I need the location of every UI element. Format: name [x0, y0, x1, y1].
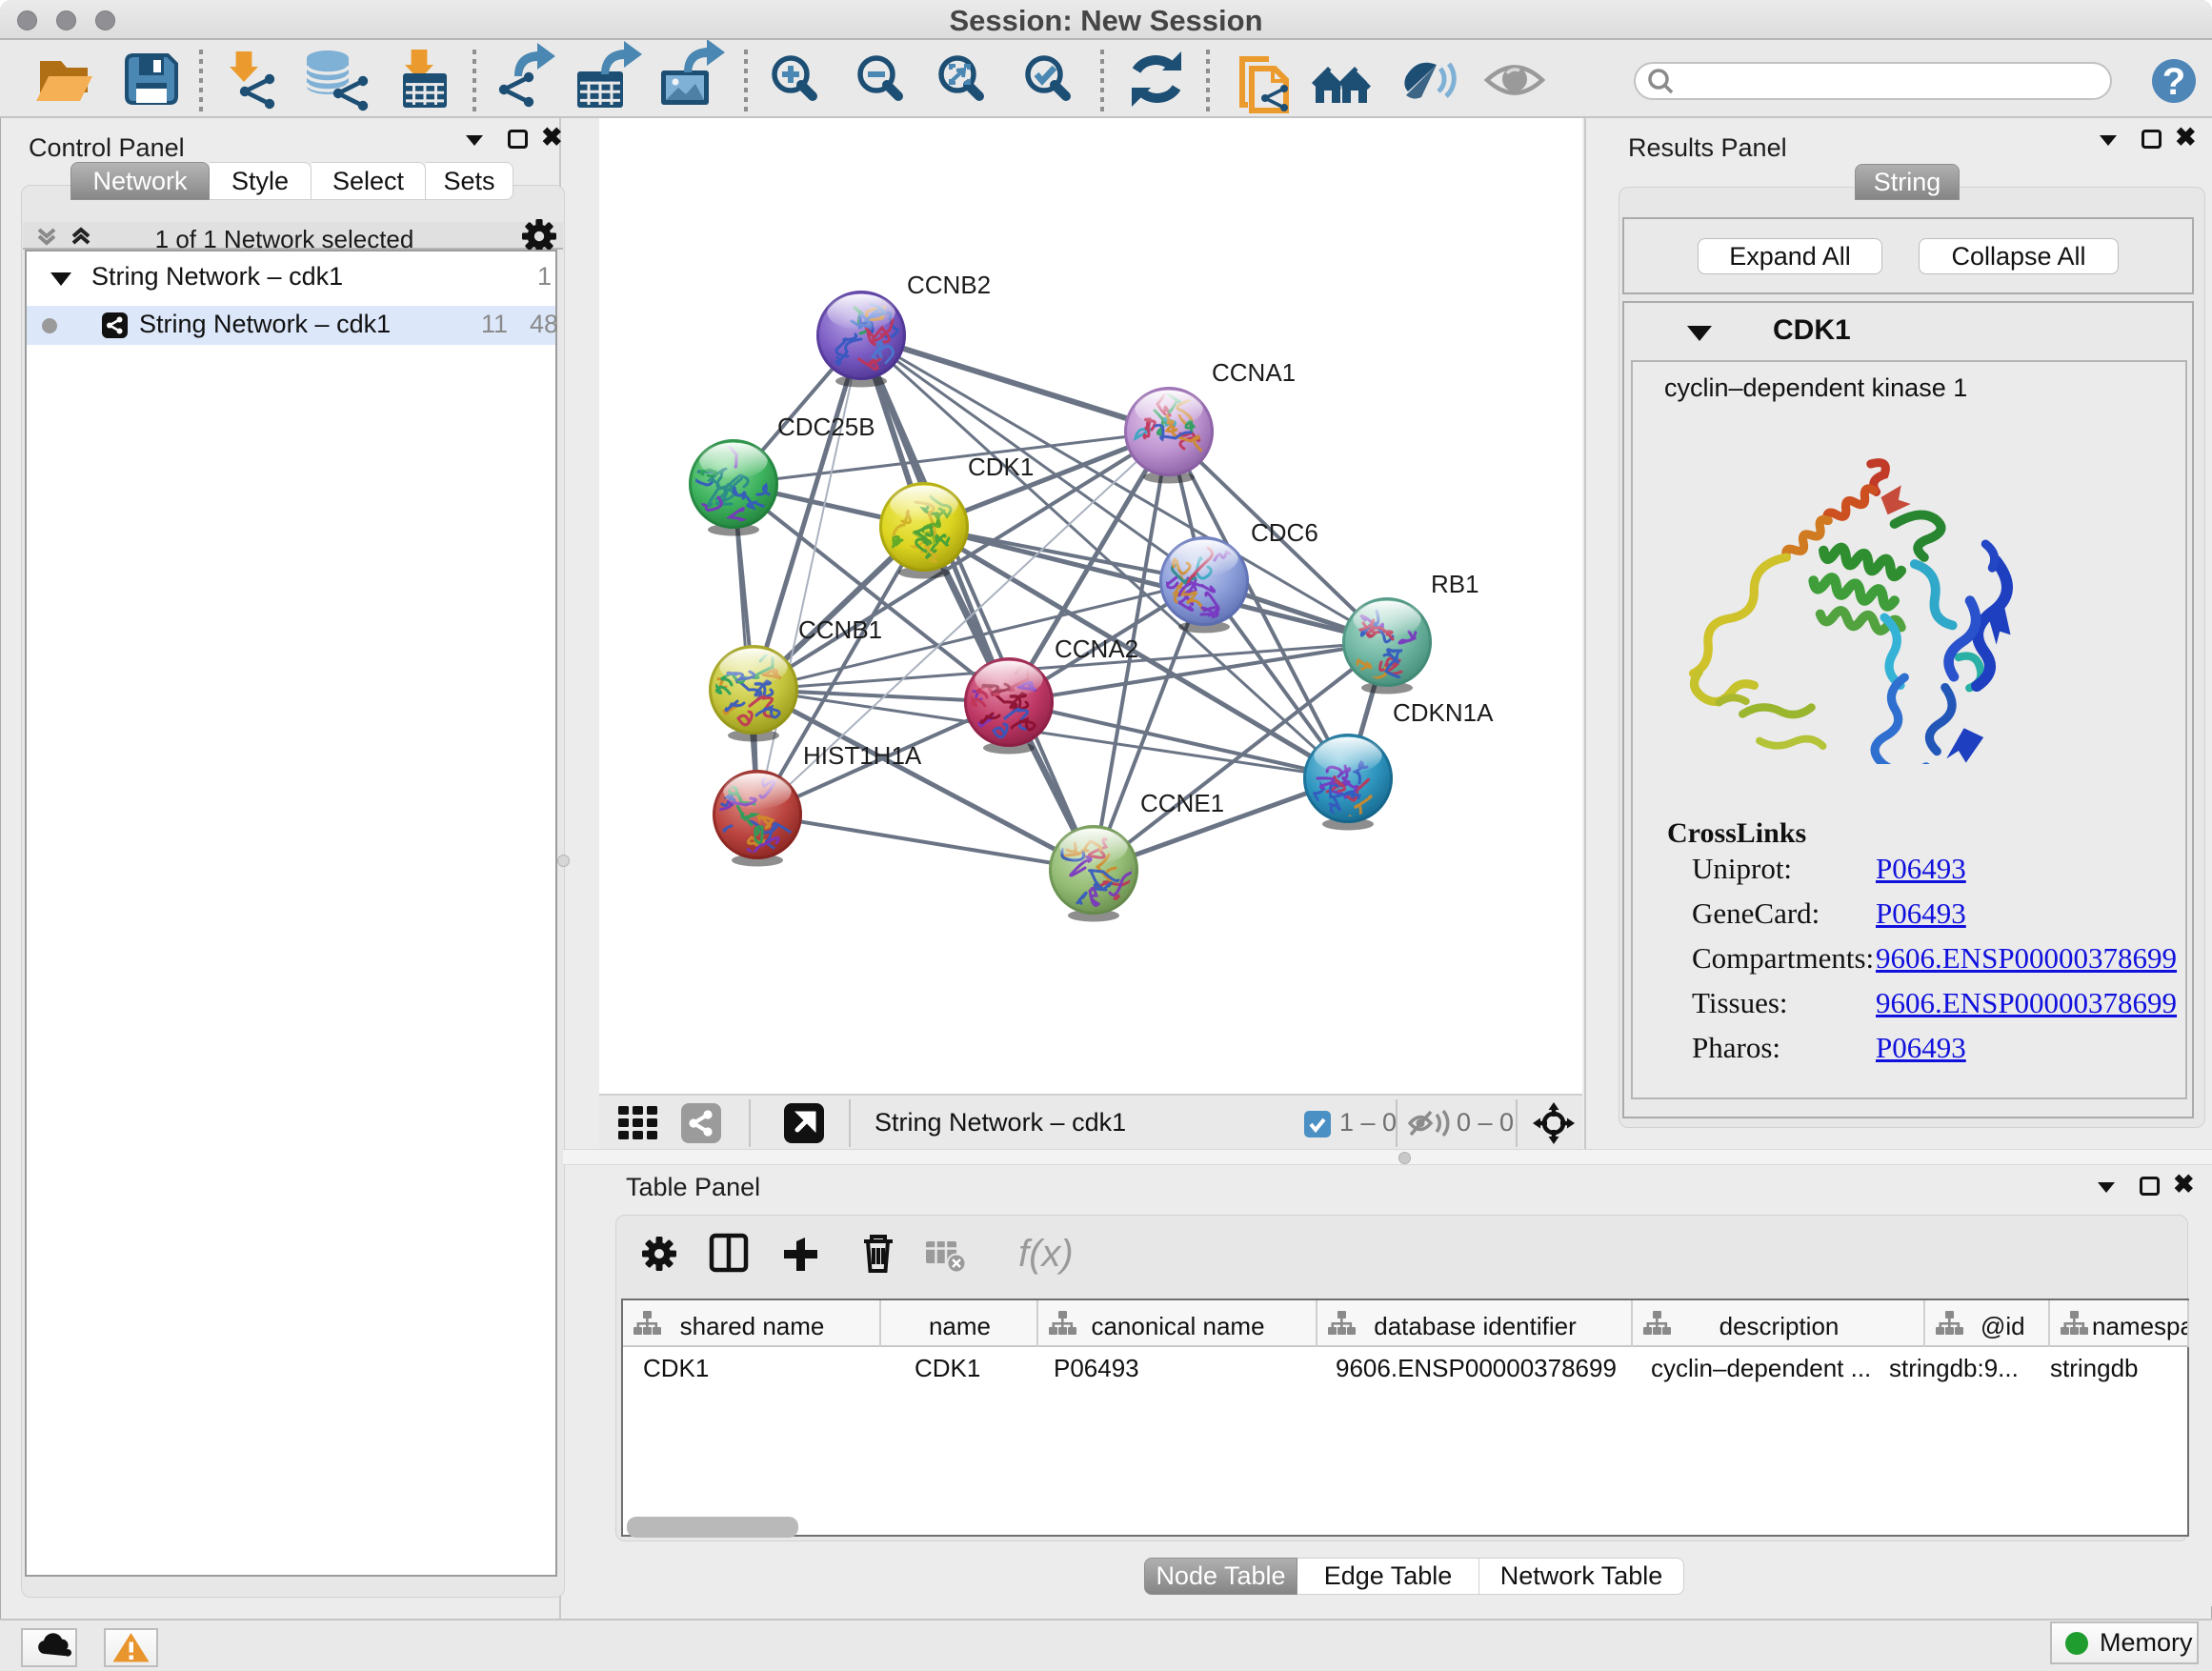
svg-text:CCNA2: CCNA2 — [1055, 634, 1138, 663]
svg-text:CDKN1A: CDKN1A — [1393, 698, 1494, 727]
svg-text:CDK1: CDK1 — [968, 453, 1034, 481]
svg-text:CCNB1: CCNB1 — [798, 615, 882, 644]
svg-text:CCNA1: CCNA1 — [1212, 358, 1296, 387]
svg-text:CDC6: CDC6 — [1251, 518, 1318, 547]
svg-text:RB1: RB1 — [1431, 570, 1479, 598]
svg-text:f(x): f(x) — [1018, 1233, 1074, 1275]
svg-text:CCNE1: CCNE1 — [1140, 789, 1224, 817]
svg-text:?: ? — [2162, 61, 2185, 103]
svg-text:HIST1H1A: HIST1H1A — [803, 741, 922, 770]
svg-text:CDC25B: CDC25B — [777, 413, 875, 441]
svg-text:CCNB2: CCNB2 — [907, 271, 991, 299]
